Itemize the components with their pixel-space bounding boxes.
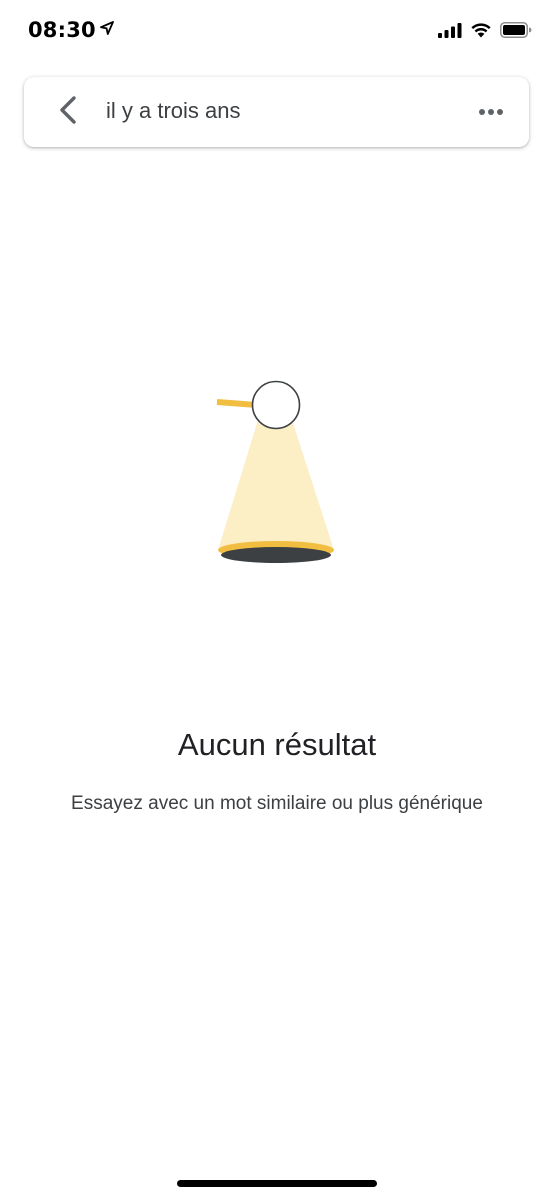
battery-icon bbox=[500, 22, 532, 43]
status-time-group: 08:30 bbox=[28, 18, 114, 42]
home-indicator[interactable] bbox=[177, 1180, 377, 1187]
empty-state-title: Aucun résultat bbox=[177, 727, 377, 762]
status-bar: 08:30 bbox=[0, 0, 554, 66]
wifi-icon bbox=[470, 22, 492, 43]
status-icons bbox=[438, 22, 532, 43]
status-time: 08:30 bbox=[28, 18, 96, 42]
search-query-input[interactable]: il y a trois ans bbox=[106, 98, 241, 124]
search-bar: il y a trois ans bbox=[24, 77, 529, 147]
location-arrow-icon bbox=[99, 20, 114, 40]
more-options-button[interactable] bbox=[475, 97, 507, 127]
chevron-left-icon bbox=[57, 95, 79, 130]
cellular-signal-icon bbox=[438, 22, 462, 43]
more-horizontal-icon bbox=[478, 103, 504, 121]
back-button[interactable] bbox=[50, 94, 86, 130]
empty-state-subtitle: Essayez avec un mot similaire ou plus gé… bbox=[71, 793, 483, 814]
spotlight-magnifier-illustration bbox=[200, 368, 350, 573]
screen: 08:30 il y a trois ans Aucun résultat Es… bbox=[0, 0, 554, 1200]
